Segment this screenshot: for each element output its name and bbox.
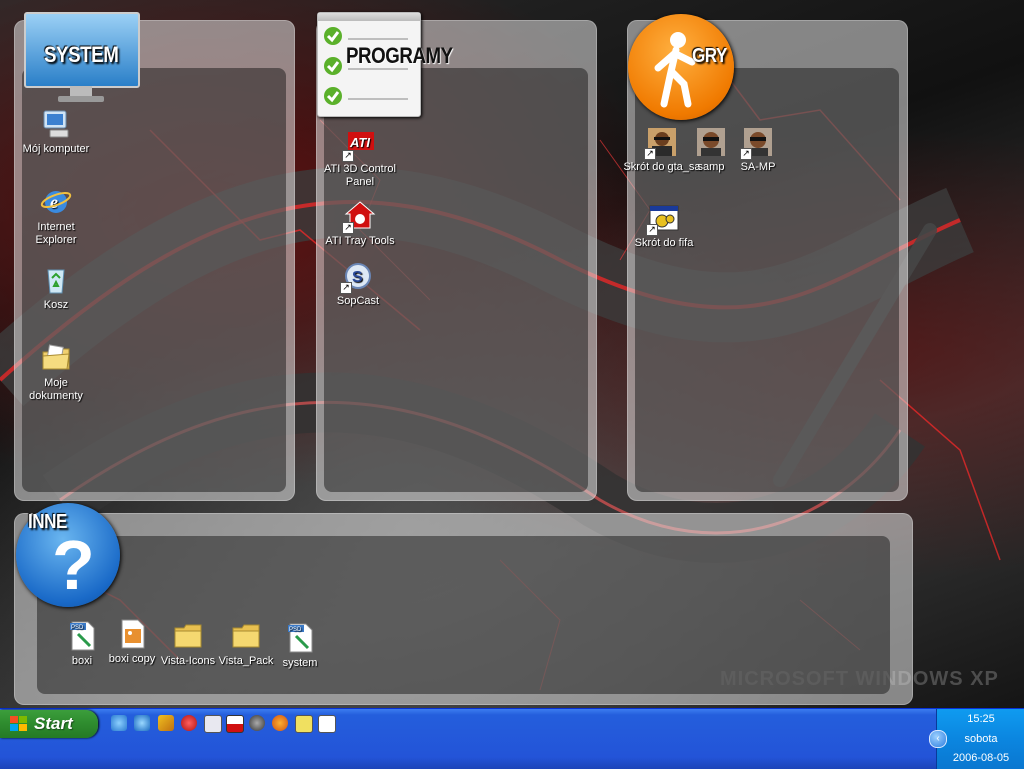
ie-icon[interactable]	[111, 715, 127, 731]
start-button[interactable]: Start	[0, 710, 98, 738]
desktop-icon-sopcast[interactable]: S ↗ SopCast	[318, 260, 398, 308]
tc-icon[interactable]	[318, 715, 336, 733]
svg-text:PSD: PSD	[71, 625, 84, 631]
panel-title-system: SYSTEM	[44, 42, 119, 67]
icon-label: ATI Tray Tools	[325, 235, 395, 247]
desktop-icon-system[interactable]: PSD system	[260, 622, 340, 670]
shortcut-arrow-icon: ↗	[644, 148, 656, 160]
my-computer-icon	[40, 108, 72, 140]
panel-title-inne: INNE	[28, 511, 67, 533]
sa-mp-icon: ↗	[740, 126, 774, 160]
desktop-icon-sa-mp[interactable]: ↗ SA-MP	[718, 126, 798, 174]
sopcast-icon: S ↗	[340, 260, 374, 294]
fifa-icon: ↗	[646, 202, 680, 236]
ati-tray-icon: ↗	[342, 200, 376, 234]
panel-title-gry: GRY	[692, 45, 727, 67]
icon-label: Mój komputer	[22, 143, 90, 155]
icon-label: Internet Explorer	[35, 221, 77, 246]
psd-file-icon: PSD	[284, 622, 316, 654]
desktop-icon-ati-3d-control-panel[interactable]: ATI ↗ ATI 3D Control Panel	[320, 128, 400, 189]
desktop-icon-my-documents[interactable]: Moje dokumenty	[16, 342, 96, 403]
svg-text:ATI: ATI	[349, 135, 370, 150]
icon-label: boxi	[71, 655, 93, 667]
recycle-bin-icon	[40, 264, 72, 296]
steam-icon[interactable]	[249, 715, 265, 731]
panel-title-programy: PROGRAMY	[346, 43, 453, 68]
icon-label: system	[282, 657, 318, 669]
my-documents-icon	[40, 342, 72, 374]
app-99-icon[interactable]	[295, 715, 313, 733]
internet-explorer-icon: e	[40, 186, 72, 218]
svg-text:?: ?	[52, 526, 95, 604]
shortcut-arrow-icon: ↗	[646, 224, 658, 236]
icon-label: Kosz	[43, 299, 69, 311]
icon-label: SopCast	[336, 295, 380, 307]
flag-icon[interactable]	[226, 715, 244, 733]
svg-text:S: S	[352, 269, 363, 286]
folder-icon	[230, 620, 262, 652]
ati-icon: ATI ↗	[342, 128, 376, 162]
clock-time[interactable]: 15:25	[937, 713, 1024, 725]
antivirus-icon[interactable]	[181, 715, 197, 731]
svg-text:PSD: PSD	[289, 627, 302, 633]
windows-flag-icon	[10, 716, 27, 731]
image-file-icon	[116, 618, 148, 650]
icon-label: Moje dokumenty	[29, 377, 83, 402]
shortcut-arrow-icon: ↗	[342, 150, 354, 162]
shortcut-arrow-icon: ↗	[340, 282, 352, 294]
outlook-icon[interactable]	[134, 715, 150, 731]
headphones-icon[interactable]	[204, 715, 222, 733]
desktop-icon-fifa[interactable]: ↗ Skrót do fifa	[624, 202, 704, 250]
folder-icon	[172, 620, 204, 652]
shortcut-arrow-icon: ↗	[740, 148, 752, 160]
desktop-icon-internet-explorer[interactable]: e Internet Explorer	[16, 186, 96, 247]
inne-panel	[14, 513, 913, 705]
desktop-icon-recycle-bin[interactable]: Kosz	[16, 264, 96, 312]
taskbar: Start ‹ 15:25 sobota 2006-08-05	[0, 708, 1024, 769]
clock-date: 2006-08-05	[952, 752, 1010, 764]
desktop-icon-ati-tray-tools[interactable]: ↗ ATI Tray Tools	[320, 200, 400, 248]
icon-label: ATI 3D Control Panel	[324, 163, 396, 188]
system-tray: ‹ 15:25 sobota 2006-08-05	[929, 709, 1024, 769]
clock-day: sobota	[964, 733, 998, 745]
desktop-icon-my-computer[interactable]: Mój komputer	[16, 108, 96, 156]
shortcut-arrow-icon: ↗	[342, 222, 354, 234]
firefox-icon[interactable]	[272, 715, 288, 731]
start-label: Start	[34, 714, 73, 733]
icon-label: Skrót do fifa	[634, 237, 694, 249]
winamp-icon[interactable]	[158, 715, 174, 731]
icon-label: SA-MP	[740, 161, 776, 173]
